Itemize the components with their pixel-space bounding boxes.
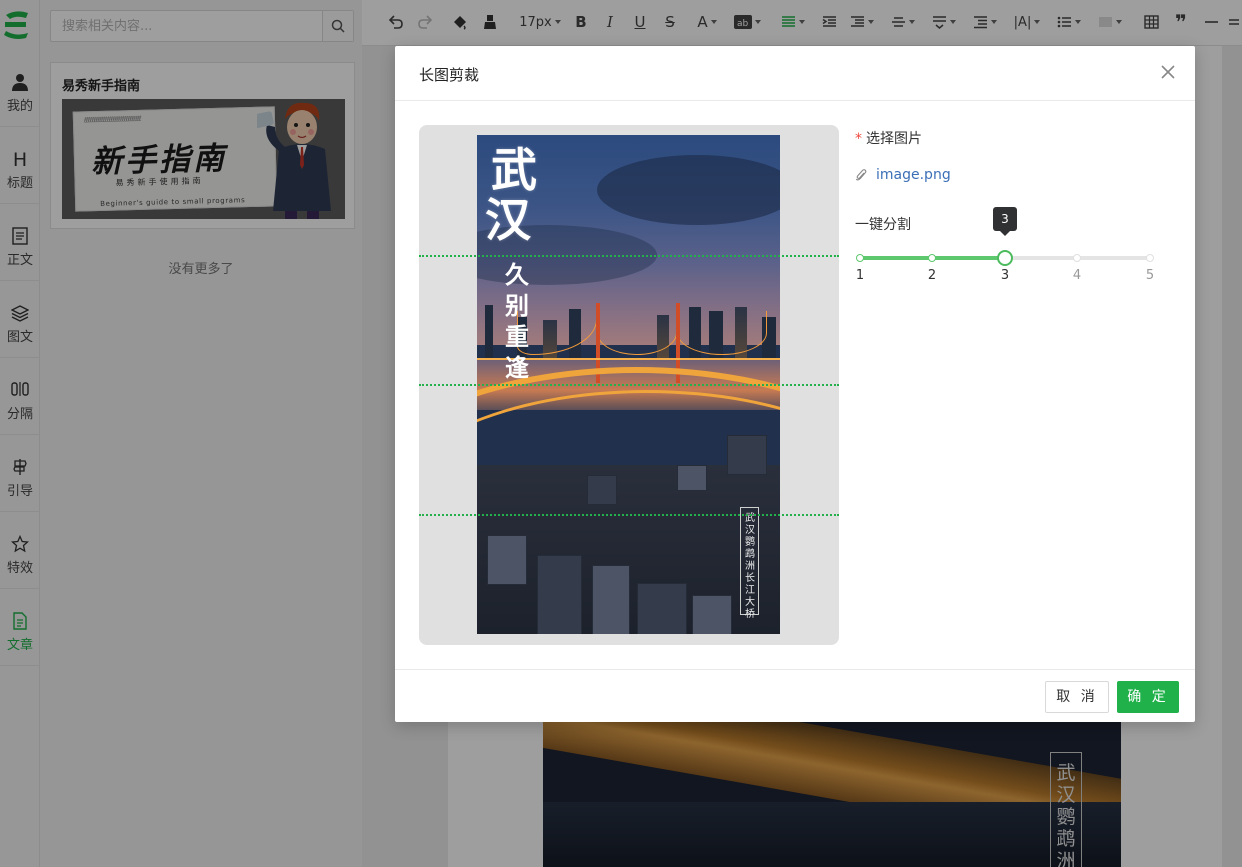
select-image-text: 选择图片	[866, 131, 922, 147]
building	[727, 435, 767, 475]
slider-mark[interactable]: 3	[995, 268, 1015, 283]
paperclip-icon	[855, 169, 867, 181]
bridge-cable	[677, 311, 767, 355]
close-icon[interactable]	[1159, 63, 1177, 81]
slider-mark[interactable]: 5	[1140, 268, 1160, 283]
slider-stop[interactable]	[1146, 254, 1154, 262]
building	[587, 475, 617, 505]
poster-title: 武 汉	[485, 143, 571, 245]
slider-mark[interactable]: 1	[850, 268, 870, 283]
bridge-cable	[597, 311, 677, 355]
poster-title-char: 武	[491, 143, 537, 197]
dialog-header: 长图剪裁	[395, 46, 1195, 101]
file-name: image.png	[876, 167, 951, 183]
split-label: 一键分割	[855, 217, 911, 233]
split-line[interactable]	[419, 514, 839, 516]
poster-title-char: 汉	[485, 193, 531, 247]
split-line[interactable]	[419, 255, 839, 257]
crop-preview: 武 汉 久别重逢 武汉鹦鹉洲长江大桥	[419, 125, 839, 645]
slider-stop[interactable]	[856, 254, 864, 262]
required-mark: *	[855, 131, 862, 147]
poster-subtitle: 久别重逢	[505, 260, 529, 382]
slider-tooltip: 3	[993, 207, 1017, 236]
split-line[interactable]	[419, 384, 839, 386]
poster-caption: 武汉鹦鹉洲长江大桥	[745, 513, 755, 620]
long-image-crop-dialog: 长图剪裁 武 汉 久别重逢 武汉鹦鹉洲长江大桥 * 选择图片 image.png…	[395, 46, 1195, 722]
confirm-button[interactable]: 确 定	[1117, 681, 1179, 713]
building	[487, 535, 527, 585]
building	[537, 555, 582, 634]
dialog-footer: 取 消 确 定	[395, 669, 1195, 722]
skyline-tower	[485, 305, 493, 365]
slider-mark[interactable]: 2	[922, 268, 942, 283]
building	[677, 465, 707, 491]
dialog-title: 长图剪裁	[419, 66, 480, 84]
split-count-slider[interactable]: 1 2 3 4 5	[856, 250, 1154, 283]
slider-stop[interactable]	[928, 254, 936, 262]
selected-file-link[interactable]: image.png	[855, 166, 951, 184]
select-image-label: * 选择图片	[855, 128, 922, 148]
cancel-button[interactable]: 取 消	[1045, 681, 1109, 713]
slider-handle[interactable]	[997, 250, 1013, 266]
slider-stop[interactable]	[1073, 254, 1081, 262]
building	[692, 595, 732, 634]
building	[637, 583, 687, 634]
slider-mark[interactable]: 4	[1067, 268, 1087, 283]
building	[592, 565, 630, 634]
